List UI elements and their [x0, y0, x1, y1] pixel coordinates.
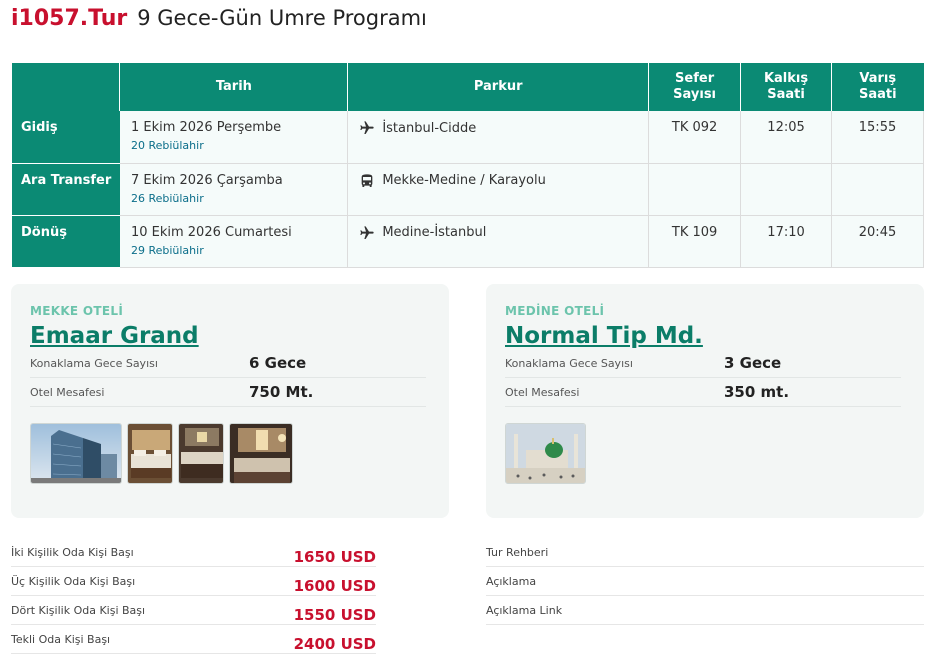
- list-item: Açıklama Link: [486, 596, 924, 625]
- hotel-nights-row: Konaklama Gece Sayısı 3 Gece: [505, 349, 901, 378]
- price-value: 1650 USD: [293, 548, 376, 566]
- medine-hotel-card: MEDİNE OTELİ Normal Tip Md. Konaklama Ge…: [486, 284, 924, 518]
- row-route: Mekke-Medine / Karayolu: [347, 163, 650, 216]
- hijri-date: 29 Rebiülahir: [130, 243, 204, 257]
- row-departure: [740, 163, 833, 216]
- row-date: 7 Ekim 2026 Çarşamba 26 Rebiülahir: [119, 163, 349, 216]
- row-flight: TK 109: [648, 215, 742, 268]
- hijri-date: 20 Rebiülahir: [130, 139, 204, 152]
- list-item: Üç Kişilik Oda Kişi Başı 1600 USD: [11, 567, 376, 596]
- price-label: Dört Kişilik Oda Kişi Başı: [11, 603, 146, 617]
- schedule-header-row: Tarih Parkur Sefer Sayısı Kalkış Saati Var…: [12, 63, 924, 111]
- row-route: İstanbul-Cidde: [347, 111, 650, 164]
- hotel-photo-room[interactable]: [127, 423, 173, 484]
- hotel-photo-gallery: [30, 423, 430, 484]
- price-value: 1550 USD: [293, 606, 376, 624]
- plane-icon: [360, 225, 374, 239]
- mekke-hotel-card: MEKKE OTELİ Emaar Grand Konaklama Gece S…: [11, 284, 449, 518]
- brand-logo-text[interactable]: i1057.Tur: [11, 6, 127, 31]
- hotel-photo-mosque[interactable]: [505, 423, 586, 484]
- table-row: Dönüş 10 Ekim 2026 Cumartesi 29 Rebiülahi…: [12, 215, 924, 268]
- price-value: 2400 USD: [293, 635, 376, 653]
- row-flight: TK 092: [648, 111, 742, 164]
- row-date: 10 Ekim 2026 Cumartesi 29 Rebiülahir: [119, 215, 349, 268]
- row-departure: 12:05: [740, 111, 833, 164]
- list-item: İki Kişilik Oda Kişi Başı 1650 USD: [11, 538, 376, 567]
- hijri-date: 26 Rebiülahir: [130, 191, 204, 205]
- header-date: Tarih: [119, 63, 349, 111]
- row-label: Dönüş: [12, 215, 120, 268]
- price-label: Üç Kişilik Oda Kişi Başı: [11, 574, 136, 588]
- hotel-name-link[interactable]: Emaar Grand: [30, 323, 199, 349]
- table-row: Ara Transfer 7 Ekim 2026 Çarşamba 26 Rebi…: [12, 163, 924, 216]
- header-empty: [12, 63, 121, 111]
- nights-value: 3 Gece: [724, 354, 782, 372]
- distance-label: Otel Mesafesi: [30, 385, 105, 399]
- hotel-photo-lobby[interactable]: [229, 423, 293, 484]
- hotel-photo-building[interactable]: [30, 423, 122, 484]
- list-item: Tekli Oda Kişi Başı 2400 USD: [11, 625, 376, 654]
- hotel-distance-row: Otel Mesafesi 750 Mt.: [30, 378, 426, 407]
- bus-icon: [361, 173, 373, 187]
- schedule-table: Tarih Parkur Sefer Sayısı Kalkış Saati Var…: [12, 63, 924, 268]
- info-label: Tur Rehberi: [486, 545, 549, 559]
- hotel-name-link[interactable]: Normal Tip Md.: [505, 323, 703, 349]
- header-route: Parkur: [347, 63, 650, 111]
- tour-info-list: Tur Rehberi Açıklama Açıklama Link: [486, 538, 924, 625]
- distance-label: Otel Mesafesi: [505, 385, 580, 399]
- page-title: 9 Gece-Gün Umre Programı: [137, 6, 427, 30]
- hotel-nights-row: Konaklama Gece Sayısı 6 Gece: [30, 349, 426, 378]
- info-label: Açıklama: [486, 574, 537, 588]
- info-label: Açıklama Link: [486, 603, 563, 617]
- list-item: Tur Rehberi: [486, 538, 924, 567]
- page-header: i1057.Tur 9 Gece-Gün Umre Programı: [11, 6, 427, 36]
- nights-label: Konaklama Gece Sayısı: [30, 356, 158, 370]
- row-date: 1 Ekim 2026 Perşembe 20 Rebiülahir: [119, 111, 349, 164]
- list-item: Dört Kişilik Oda Kişi Başı 1550 USD: [11, 596, 376, 625]
- hotel-section-label: MEKKE OTELİ: [30, 304, 124, 318]
- nights-label: Konaklama Gece Sayısı: [505, 356, 633, 370]
- row-departure: 17:10: [740, 215, 833, 268]
- hotel-section-label: MEDİNE OTELİ: [505, 304, 605, 318]
- row-route: Medine-İstanbul: [347, 215, 650, 268]
- price-value: 1600 USD: [293, 577, 376, 595]
- row-arrival: 15:55: [831, 111, 924, 164]
- row-flight: [648, 163, 742, 216]
- list-item: Açıklama: [486, 567, 924, 596]
- distance-value: 750 Mt.: [249, 383, 314, 401]
- price-list: İki Kişilik Oda Kişi Başı 1650 USD Üç Ki…: [11, 538, 376, 654]
- row-label: Ara Transfer: [12, 163, 120, 216]
- row-label: Gidiş: [12, 111, 120, 164]
- price-label: Tekli Oda Kişi Başı: [11, 632, 111, 646]
- header-arrival: Varış Saati: [831, 63, 924, 111]
- row-arrival: [831, 163, 924, 216]
- hotel-photo-room[interactable]: [178, 423, 224, 484]
- price-label: İki Kişilik Oda Kişi Başı: [11, 545, 134, 559]
- nights-value: 6 Gece: [249, 354, 307, 372]
- row-arrival: 20:45: [831, 215, 924, 268]
- table-row: Gidiş 1 Ekim 2026 Perşembe 20 Rebiülahir …: [12, 111, 924, 164]
- header-departure: Kalkış Saati: [740, 63, 833, 111]
- hotel-distance-row: Otel Mesafesi 350 mt.: [505, 378, 901, 407]
- hotel-photo-gallery: [505, 423, 905, 484]
- plane-icon: [360, 121, 374, 134]
- header-flight: Sefer Sayısı: [648, 63, 742, 111]
- distance-value: 350 mt.: [724, 383, 790, 401]
